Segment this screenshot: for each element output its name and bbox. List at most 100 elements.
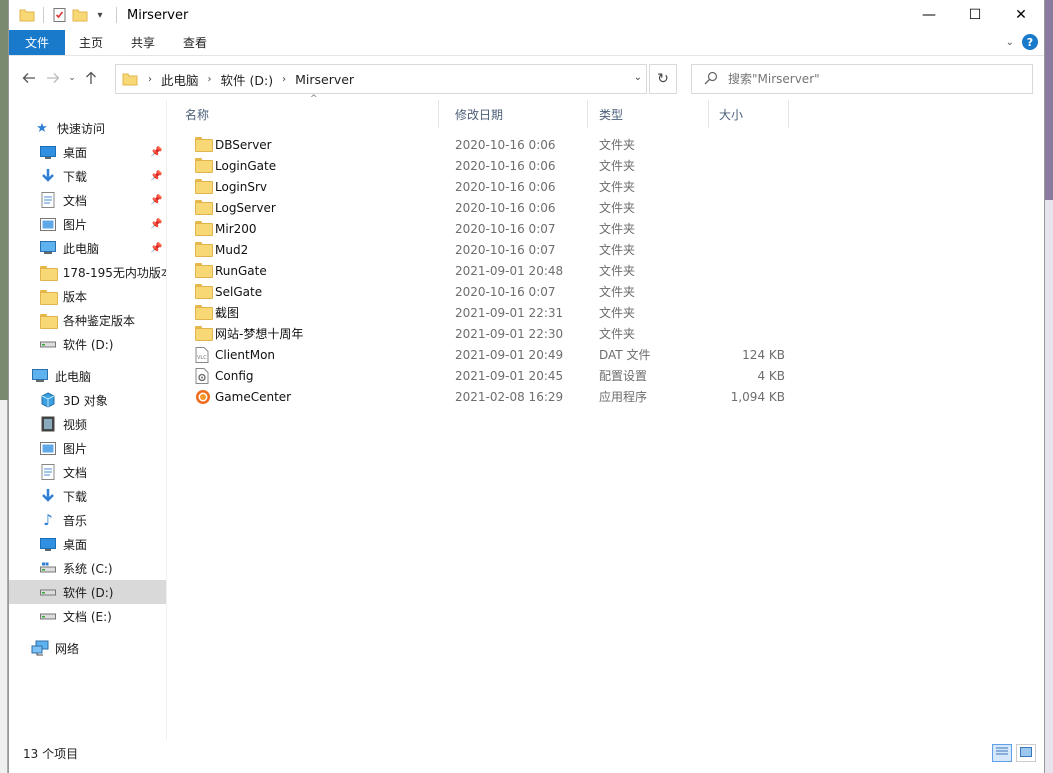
- file-name: 网站-梦想十周年: [215, 327, 304, 341]
- table-row[interactable]: LoginSrv 2020-10-16 0:06 文件夹: [175, 176, 795, 197]
- breadcrumb-drive-d[interactable]: 软件 (D:): [221, 70, 274, 89]
- column-header-size[interactable]: 大小: [709, 100, 789, 128]
- nav-item-drive-d-pinned[interactable]: 软件 (D:): [9, 332, 166, 356]
- nav-item-pc-desktop[interactable]: 桌面: [9, 532, 166, 556]
- nav-item-videos[interactable]: 视频: [9, 412, 166, 436]
- table-row[interactable]: 网站-梦想十周年 2021-09-01 22:30 文件夹: [175, 323, 795, 344]
- pin-icon[interactable]: 📌: [150, 219, 162, 230]
- nav-item-pc-pictures[interactable]: 图片: [9, 436, 166, 460]
- search-input[interactable]: [728, 72, 1028, 86]
- nav-item-drive-c[interactable]: 系统 (C:): [9, 556, 166, 580]
- chevron-right-icon[interactable]: ›: [148, 74, 152, 85]
- computer-icon: [39, 240, 57, 256]
- nav-network[interactable]: 网络: [9, 636, 166, 660]
- folder-icon: [195, 179, 211, 193]
- tab-file[interactable]: 文件: [9, 30, 66, 55]
- close-button[interactable]: ✕: [998, 0, 1044, 30]
- column-header-date[interactable]: 修改日期: [445, 100, 588, 128]
- table-row[interactable]: Config 2021-09-01 20:45 配置设置 4 KB: [175, 365, 795, 386]
- address-bar[interactable]: › 此电脑 › 软件 (D:) › Mirserver ⌄: [115, 64, 647, 94]
- file-name: 截图: [215, 306, 240, 320]
- nav-label: 此电脑: [63, 241, 100, 256]
- minimize-button[interactable]: —: [906, 0, 952, 30]
- chevron-right-icon[interactable]: ›: [282, 74, 286, 85]
- refresh-icon: ↻: [657, 71, 669, 87]
- window-controls: — ☐ ✕: [906, 0, 1044, 30]
- file-type: 文件夹: [599, 306, 636, 320]
- refresh-button[interactable]: ↻: [649, 64, 677, 94]
- folder-icon: [195, 221, 211, 235]
- new-folder-icon[interactable]: [72, 7, 88, 23]
- file-date: 2020-10-16 0:07: [455, 284, 556, 299]
- breadcrumb-mirserver[interactable]: Mirserver: [295, 72, 354, 87]
- nav-item-music[interactable]: ♪ 音乐: [9, 508, 166, 532]
- customize-toolbar-icon[interactable]: ▾: [92, 7, 108, 23]
- tab-home[interactable]: 主页: [65, 30, 117, 55]
- nav-item-folder-178[interactable]: 178-195无内功版本: [9, 260, 166, 284]
- properties-icon[interactable]: [52, 7, 68, 23]
- view-switcher: [992, 744, 1036, 762]
- maximize-button[interactable]: ☐: [952, 0, 998, 30]
- download-icon: [39, 168, 57, 184]
- forward-button[interactable]: [41, 66, 65, 90]
- pin-icon[interactable]: 📌: [150, 243, 162, 254]
- file-date: 2021-09-01 20:49: [455, 347, 564, 362]
- toolbar-separator: [116, 7, 117, 23]
- nav-quick-access[interactable]: ★ 快速访问: [9, 116, 166, 140]
- nav-this-pc[interactable]: 此电脑: [9, 364, 166, 388]
- chevron-down-icon[interactable]: ⌄: [634, 72, 642, 83]
- folder-icon: [39, 312, 58, 329]
- table-row[interactable]: 截图 2021-09-01 22:31 文件夹: [175, 302, 795, 323]
- table-row[interactable]: LogServer 2020-10-16 0:06 文件夹: [175, 197, 795, 218]
- nav-item-pc-documents[interactable]: 文档: [9, 460, 166, 484]
- pin-icon[interactable]: 📌: [150, 147, 162, 158]
- search-icon: [704, 71, 718, 88]
- table-row[interactable]: RunGate 2021-09-01 20:48 文件夹: [175, 260, 795, 281]
- nav-item-this-pc-pinned[interactable]: 此电脑 📌: [9, 236, 166, 260]
- column-header-name[interactable]: 名称: [175, 100, 439, 128]
- search-box[interactable]: [691, 64, 1033, 94]
- file-date: 2021-09-01 22:31: [455, 305, 564, 320]
- file-type: 文件夹: [599, 222, 636, 236]
- nav-item-pictures[interactable]: 图片 📌: [9, 212, 166, 236]
- svg-text:VLC: VLC: [197, 355, 207, 361]
- pictures-icon: [39, 440, 57, 456]
- pane-divider[interactable]: [166, 100, 167, 740]
- expand-ribbon-icon[interactable]: ⌄: [1006, 37, 1014, 48]
- table-row[interactable]: SelGate 2020-10-16 0:07 文件夹: [175, 281, 795, 302]
- nav-item-3d-objects[interactable]: 3D 对象: [9, 388, 166, 412]
- table-row[interactable]: VLC ClientMon 2021-09-01 20:49 DAT 文件 124 KB: [175, 344, 795, 365]
- nav-item-folder-version[interactable]: 版本: [9, 284, 166, 308]
- large-icons-view-button[interactable]: [1016, 744, 1036, 762]
- document-icon: [39, 192, 57, 208]
- tab-share[interactable]: 共享: [117, 30, 169, 55]
- nav-item-documents[interactable]: 文档 📌: [9, 188, 166, 212]
- pin-icon[interactable]: 📌: [150, 171, 162, 182]
- nav-item-desktop[interactable]: 桌面 📌: [9, 140, 166, 164]
- table-row[interactable]: Mir200 2020-10-16 0:07 文件夹: [175, 218, 795, 239]
- nav-item-drive-d[interactable]: 软件 (D:): [9, 580, 166, 604]
- nav-item-drive-e[interactable]: 文档 (E:): [9, 604, 166, 628]
- document-icon: [39, 464, 57, 480]
- table-row[interactable]: DBServer 2020-10-16 0:06 文件夹: [175, 134, 795, 155]
- breadcrumb-this-pc[interactable]: 此电脑: [161, 70, 199, 89]
- tab-view[interactable]: 查看: [169, 30, 221, 55]
- table-row[interactable]: LoginGate 2020-10-16 0:06 文件夹: [175, 155, 795, 176]
- up-button[interactable]: [79, 66, 103, 90]
- download-icon: [39, 488, 57, 504]
- table-row[interactable]: GameCenter 2021-02-08 16:29 应用程序 1,094 KB: [175, 386, 795, 407]
- nav-item-downloads[interactable]: 下载 📌: [9, 164, 166, 188]
- recent-locations-icon[interactable]: ⌄: [65, 66, 79, 90]
- table-row[interactable]: Mud2 2020-10-16 0:07 文件夹: [175, 239, 795, 260]
- nav-item-folder-appraisal[interactable]: 各种鉴定版本: [9, 308, 166, 332]
- folder-icon: [195, 326, 211, 340]
- nav-label: 178-195无内功版本: [62, 265, 166, 280]
- column-header-type[interactable]: 类型: [589, 100, 709, 128]
- back-button[interactable]: [17, 66, 41, 90]
- details-view-button[interactable]: [992, 744, 1012, 762]
- pin-icon[interactable]: 📌: [150, 195, 162, 206]
- nav-item-pc-downloads[interactable]: 下载: [9, 484, 166, 508]
- chevron-right-icon[interactable]: ›: [208, 74, 212, 85]
- file-name: GameCenter: [215, 389, 292, 404]
- help-icon[interactable]: ?: [1022, 34, 1038, 50]
